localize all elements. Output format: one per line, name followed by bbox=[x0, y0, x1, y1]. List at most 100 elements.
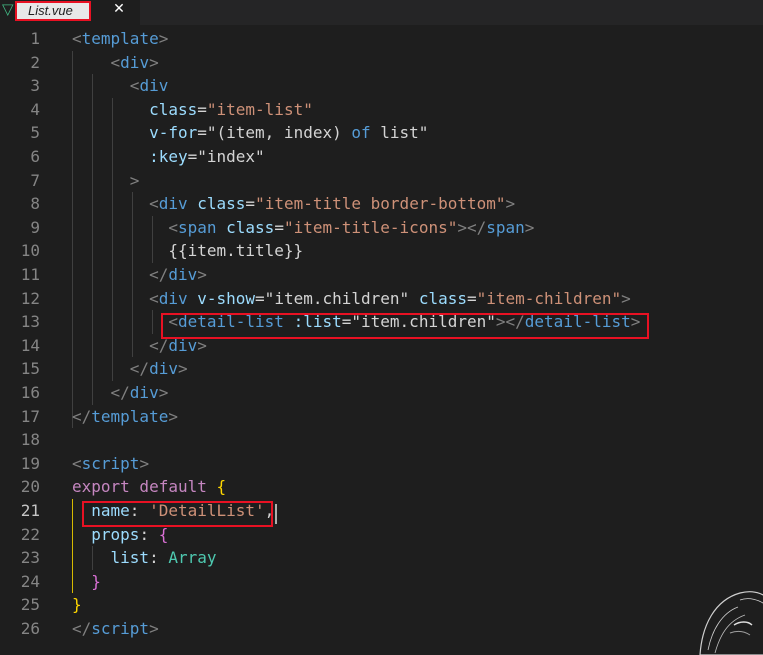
code-text: </div> bbox=[72, 381, 169, 405]
line-number: 11 bbox=[20, 265, 40, 284]
close-icon[interactable]: ✕ bbox=[111, 1, 127, 17]
code-token: > bbox=[129, 170, 140, 190]
code-token: < bbox=[168, 312, 178, 332]
code-token: = bbox=[245, 194, 256, 214]
code-line[interactable]: 7 > bbox=[0, 169, 763, 193]
code-token: script bbox=[91, 619, 150, 638]
code-text: > bbox=[72, 169, 140, 193]
code-text: <span class="item-title-icons"></span> bbox=[72, 216, 534, 240]
code-text: </div> bbox=[72, 334, 207, 358]
code-text: </div> bbox=[72, 357, 188, 381]
code-text: <script> bbox=[72, 452, 149, 476]
line-number: 16 bbox=[20, 383, 40, 402]
line-number: 12 bbox=[20, 288, 40, 308]
code-token: = bbox=[274, 217, 284, 237]
code-line[interactable]: 2 <div> bbox=[0, 51, 763, 75]
line-number: 4 bbox=[30, 99, 40, 119]
tab-list-vue[interactable]: ▽ List.vue ✕ bbox=[0, 0, 140, 25]
code-text: </template> bbox=[72, 405, 178, 429]
code-line[interactable]: 24 } bbox=[0, 570, 763, 594]
code-line[interactable]: 14 </div> bbox=[0, 334, 763, 358]
code-line[interactable]: 10 {{item.title}} bbox=[0, 239, 763, 263]
code-token: list" bbox=[370, 123, 429, 143]
line-number: 23 bbox=[20, 548, 40, 568]
code-token: > bbox=[149, 619, 159, 638]
code-line[interactable]: 18 bbox=[0, 428, 763, 452]
code-token: 'DetailList' bbox=[149, 501, 265, 520]
code-token: ></ bbox=[457, 217, 487, 237]
code-token: > bbox=[630, 312, 641, 332]
code-text: <detail-list :list="item.children"></det… bbox=[72, 310, 640, 334]
line-number: 22 bbox=[20, 524, 40, 544]
code-line[interactable]: 3 <div bbox=[0, 74, 763, 98]
code-token: div bbox=[158, 288, 188, 308]
code-line[interactable]: 9 <span class="item-title-icons"></span> bbox=[0, 216, 763, 240]
code-line[interactable]: 8 <div class="item-title border-bottom"> bbox=[0, 192, 763, 216]
code-token: ="item.children" bbox=[255, 288, 419, 308]
code-line[interactable]: 20 export default { bbox=[0, 475, 763, 499]
code-token: </ bbox=[149, 265, 169, 284]
code-token: Array bbox=[168, 548, 217, 568]
line-number: 17 bbox=[20, 406, 40, 426]
tab-title[interactable]: List.vue bbox=[15, 1, 91, 21]
line-number: 6 bbox=[30, 147, 40, 166]
code-line[interactable]: 12 <div v-show="item.children" class="it… bbox=[0, 287, 763, 311]
code-token: "item-title-icons" bbox=[283, 217, 458, 237]
code-line[interactable]: 26 </script> bbox=[0, 617, 763, 641]
code-line[interactable]: 6 :key="index" bbox=[0, 145, 763, 169]
code-token: </ bbox=[129, 359, 150, 379]
line-number: 25 bbox=[20, 595, 40, 615]
code-token: class bbox=[197, 194, 246, 214]
code-token: > bbox=[505, 194, 516, 214]
code-line[interactable]: 15 </div> bbox=[0, 357, 763, 381]
code-line[interactable]: 21 name: 'DetailList', bbox=[0, 499, 763, 523]
code-token: detail-list bbox=[524, 312, 631, 332]
code-text: <div class="item-title border-bottom"> bbox=[72, 192, 515, 216]
code-token: "item-children" bbox=[476, 288, 622, 308]
code-token: < bbox=[149, 288, 159, 308]
code-text: </script> bbox=[72, 617, 159, 641]
code-token: > bbox=[149, 52, 159, 72]
code-token: > bbox=[158, 383, 169, 402]
code-line[interactable]: 5 v-for="(item, index) of list" bbox=[0, 121, 763, 145]
code-line[interactable]: 4 class="item-list" bbox=[0, 98, 763, 122]
code-text: v-for="(item, index) of list" bbox=[72, 121, 428, 145]
line-number: 2 bbox=[30, 52, 40, 72]
editor-tab-bar: ▽ List.vue ✕ bbox=[0, 0, 763, 25]
code-text: </div> bbox=[72, 263, 207, 287]
code-line[interactable]: 16 </div> bbox=[0, 381, 763, 405]
code-line[interactable]: 25} bbox=[0, 593, 763, 617]
code-editor[interactable]: 1 <template> 2 <div> 3 <div 4 class="item-li… bbox=[0, 27, 763, 647]
code-token: template bbox=[91, 406, 169, 426]
code-line[interactable]: 13 <detail-list :list="item.children"></… bbox=[0, 310, 763, 334]
code-token: </ bbox=[72, 406, 92, 426]
code-line[interactable]: 11 </div> bbox=[0, 263, 763, 287]
code-text: class="item-list" bbox=[72, 98, 313, 122]
code-text: } bbox=[72, 593, 82, 617]
sketch-face-image bbox=[699, 591, 763, 655]
line-number: 18 bbox=[20, 430, 40, 450]
code-token: ="item.children" bbox=[341, 312, 496, 332]
code-line[interactable]: 1 <template> bbox=[0, 27, 763, 51]
code-line[interactable]: 23 list: Array bbox=[0, 546, 763, 570]
code-line[interactable]: 17 </template> bbox=[0, 405, 763, 429]
code-line[interactable]: 19 <script> bbox=[0, 452, 763, 476]
code-token: > bbox=[168, 406, 178, 426]
code-token: div bbox=[149, 359, 178, 379]
code-token: span bbox=[177, 217, 217, 237]
code-token: ="index" bbox=[187, 147, 265, 166]
line-number: 3 bbox=[30, 76, 40, 96]
line-number: 15 bbox=[20, 359, 40, 379]
code-line[interactable]: 22 props: { bbox=[0, 523, 763, 547]
code-token: ="(item, index) bbox=[197, 123, 352, 143]
code-token: template bbox=[81, 29, 159, 48]
